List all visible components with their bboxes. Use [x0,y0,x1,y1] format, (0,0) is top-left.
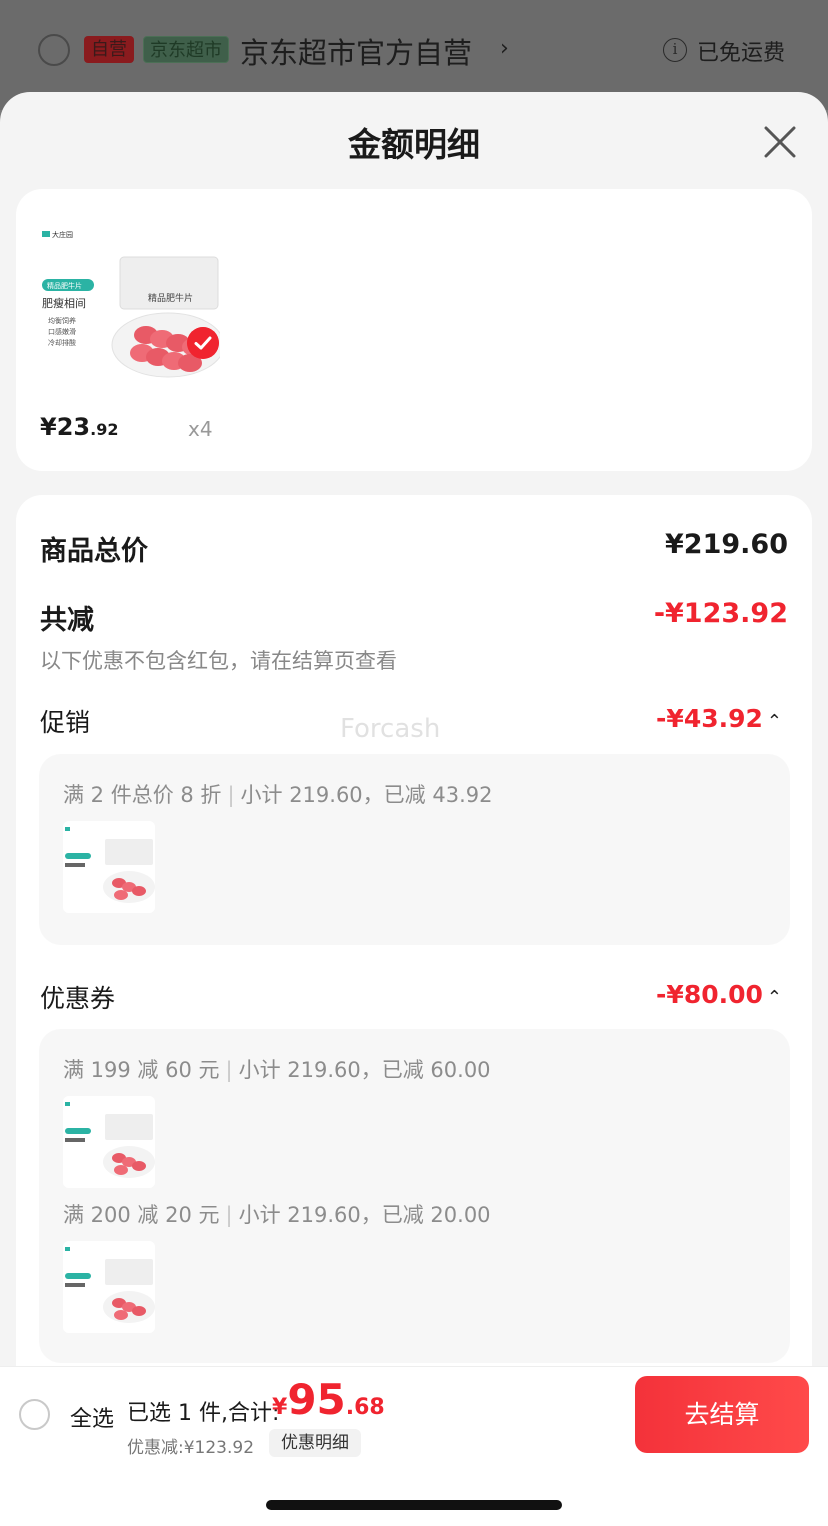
promo-rule: 满 2 件总价 8 折 | 小计 219.60，已减 43.92 [63,783,493,807]
promo-label: 促销 [40,708,91,737]
info-icon[interactable]: i [663,38,687,62]
discount-amount: 优惠减:¥123.92 [127,1438,255,1458]
chevron-up-icon[interactable]: ⌃ [767,987,782,1008]
badge-text: 精品肥牛片 [47,281,82,290]
promo-product-thumb[interactable] [63,821,155,913]
checkout-button[interactable]: 去结算 [635,1376,809,1453]
home-indicator-area [0,1458,828,1526]
promo-value[interactable]: -¥43.92 ⌃ [656,704,782,733]
coupon-product-thumb[interactable] [63,1241,155,1333]
reduce-label: 共减 [40,605,94,636]
checkout-bar: 全选 已选 1 件,合计: ¥95.68 优惠减:¥123.92 优惠明细 去结… [0,1366,828,1458]
chevron-up-icon[interactable]: ⌃ [767,711,782,732]
product-card: 大庄园 精品肥牛片 精品肥牛片 肥瘦相间 均衡饲养 口感嫩滑 冷却排酸 ¥23.… [16,189,812,471]
amount-detail-sheet: 金额明细 大庄园 精品肥牛片 精品肥牛片 肥瘦相间 均衡饲养 口感嫩滑 冷却排酸 [0,92,828,1526]
watermark: Forcash [340,714,441,744]
select-all-label[interactable]: 全选 [70,1401,114,1433]
jd-supermarket-tag: 京东超市 [143,36,229,63]
discount-hint: 以下优惠不包含红包，请在结算页查看 [40,649,397,673]
total-label: 商品总价 [40,536,148,567]
chevron-right-icon[interactable]: › [500,36,509,61]
total-value: ¥219.60 [665,529,788,560]
coupon-label: 优惠券 [40,984,116,1013]
brand-text: 大庄园 [52,230,73,239]
headline-text: 肥瘦相间 [42,296,86,310]
coupon-value[interactable]: -¥80.00 ⌃ [656,980,782,1009]
selected-check-icon[interactable] [187,327,219,359]
quantity: x4 [188,417,213,441]
select-all-radio[interactable] [19,1399,50,1430]
coupon-rule: 满 199 减 60 元 | 小计 219.60，已减 60.00 [63,1058,491,1082]
home-indicator[interactable] [266,1500,562,1510]
selected-summary: 已选 1 件,合计: [127,1401,280,1426]
coupon-group: 满 199 减 60 元 | 小计 219.60，已减 60.00 满 200 减 … [39,1029,790,1363]
free-shipping-label: 已免运费 [697,41,786,66]
self-operated-tag: 自营 [84,36,134,63]
store-select-radio[interactable] [38,34,70,66]
pack-label: 精品肥牛片 [148,292,193,303]
product-image[interactable]: 大庄园 精品肥牛片 精品肥牛片 肥瘦相间 均衡饲养 口感嫩滑 冷却排酸 [38,217,220,392]
unit-price: ¥23.92 [40,413,119,441]
promo-group: 满 2 件总价 8 折 | 小计 219.60，已减 43.92 [39,754,790,945]
total-amount: ¥95.68 [272,1375,385,1424]
discount-detail-button[interactable]: 优惠明细 [269,1429,361,1457]
sheet-title: 金额明细 [348,125,480,164]
store-name[interactable]: 京东超市官方自营 [240,30,472,72]
close-icon[interactable] [760,122,800,162]
coupon-product-thumb[interactable] [63,1096,155,1188]
feature-1: 均衡饲养 [48,316,76,325]
reduce-value: -¥123.92 [653,598,788,629]
feature-3: 冷却排酸 [48,338,76,347]
feature-2: 口感嫩滑 [48,327,76,336]
price-breakdown-card: 商品总价 ¥219.60 共减 -¥123.92 以下优惠不包含红包，请在结算页… [16,495,812,1495]
coupon-rule: 满 200 减 20 元 | 小计 219.60，已减 20.00 [63,1203,491,1227]
